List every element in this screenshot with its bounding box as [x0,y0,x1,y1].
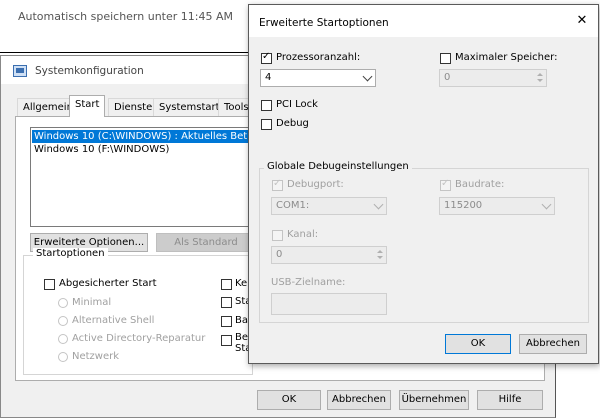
processor-count-select[interactable]: 4 [260,69,376,87]
pci-lock-label: PCI Lock [276,99,318,110]
boot-log-checkbox[interactable] [221,297,232,308]
ok-button[interactable]: OK [257,390,321,410]
radio-network[interactable] [58,352,68,362]
spin-down-icon[interactable] [537,79,543,82]
advanced-titlebar[interactable]: Erweiterte Startoptionen ✕ [249,5,598,37]
usb-target-input[interactable] [271,293,387,315]
radio-minimal[interactable] [58,298,68,308]
spin-up-icon[interactable] [377,250,383,253]
spin-up-icon[interactable] [537,73,543,76]
baud-rate-checkbox[interactable] [440,178,451,191]
apply-button[interactable]: Übernehmen [399,390,469,410]
max-memory-label: Maximaler Speicher: [455,52,558,63]
radio-network-label: Netzwerk [72,351,120,362]
os-list[interactable]: Windows 10 (C:\WINDOWS) : Aktuelles Betr… [30,127,260,227]
channel-label: Kanal: [287,229,319,240]
radio-alternative-shell[interactable] [58,316,68,326]
set-default-button[interactable]: Als Standard [156,233,256,252]
autosave-status: Automatisch speichern unter 11:45 AM [18,10,233,23]
tab-start[interactable]: Start [69,95,106,117]
channel-stepper[interactable]: 0 [271,246,387,264]
debug-label: Debug [276,118,309,129]
list-item[interactable]: Windows 10 (F:\WINDOWS) [32,143,169,156]
debug-settings-label: Globale Debugeinstellungen [264,161,412,172]
close-icon[interactable]: ✕ [575,14,589,28]
os-boot-info-checkbox[interactable] [221,335,232,346]
radio-alternative-shell-label: Alternative Shell [72,315,155,326]
baud-rate-select[interactable]: 115200 [439,197,555,215]
chevron-down-icon [541,199,552,210]
base-video-checkbox[interactable] [221,316,232,327]
usb-target-label: USB-Zielname: [271,277,346,288]
processor-count-checkbox[interactable] [261,51,272,64]
processor-count-label: Prozessoranzahl: [276,52,361,63]
startoptions-label: Startoptionen [33,248,108,259]
baud-rate-label: Baudrate: [455,179,505,190]
safe-boot-checkbox[interactable] [44,279,55,290]
chevron-down-icon [362,71,373,82]
help-button[interactable]: Hilfe [477,390,543,410]
chevron-down-icon [373,199,384,210]
window-title: Systemkonfiguration [35,65,144,77]
no-gui-checkbox[interactable] [221,279,232,290]
channel-checkbox[interactable] [272,230,283,241]
max-memory-checkbox[interactable] [440,53,451,64]
cancel-button[interactable]: Abbrechen [519,334,587,354]
list-item[interactable]: Windows 10 (C:\WINDOWS) : Aktuelles Betr… [32,130,259,143]
radio-minimal-label: Minimal [72,297,112,308]
dialog-title: Erweiterte Startoptionen [259,17,389,29]
debug-port-checkbox[interactable] [272,178,283,191]
debug-port-label: Debugport: [287,179,344,190]
tab-dienste[interactable]: Dienste [108,98,159,117]
divider [0,52,250,53]
msconfig-icon [13,65,27,77]
radio-ad-repair-label: Active Directory-Reparatur [72,333,206,344]
advanced-boot-options-dialog: Erweiterte Startoptionen ✕ Prozessoranza… [248,4,599,364]
safe-boot-label: Abgesicherter Start [59,278,157,289]
radio-ad-repair[interactable] [58,334,68,344]
pci-lock-checkbox[interactable] [261,100,272,111]
cancel-button[interactable]: Abbrechen [327,390,391,410]
ok-button[interactable]: OK [445,334,511,354]
max-memory-stepper[interactable]: 0 [439,69,547,87]
tab-systemstart[interactable]: Systemstart [153,98,226,117]
debug-checkbox[interactable] [261,119,272,130]
spin-down-icon[interactable] [377,256,383,259]
debug-port-select[interactable]: COM1: [271,197,387,215]
